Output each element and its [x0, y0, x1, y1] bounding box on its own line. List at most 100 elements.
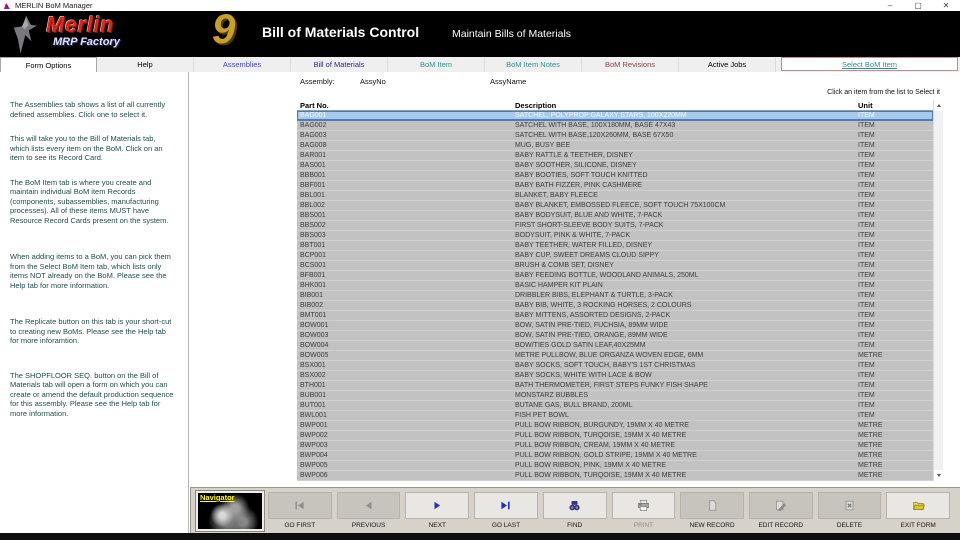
table-row-BCP001[interactable]: BCP001BABY CUP, SWEET DREAMS CLOUD SIPPY…: [297, 251, 933, 261]
cell-description: BABY CUP, SWEET DREAMS CLOUD SIPPY: [515, 251, 858, 260]
table-header: Part No. Description Unit: [297, 100, 933, 111]
assembly-label: Assembly:: [300, 77, 335, 86]
cell-description: BLANKET, BABY FLEECE: [515, 191, 858, 200]
cell-part-no: BTH001: [297, 381, 515, 390]
table-row-BWP003[interactable]: BWP003PULL BOW RIBBON, CREAM, 19MM X 40 …: [297, 441, 933, 451]
delete-label: DELETE: [837, 522, 862, 529]
tab-select-bom-item[interactable]: Select BoM Item: [781, 57, 958, 71]
table-row-BSX001[interactable]: BSX001BABY SOCKS, SOFT TOUCH, BABY'S 1ST…: [297, 361, 933, 371]
table-row-BIB001[interactable]: BIB001DRIBBLER BIBS, ELEPHANT & TURTLE, …: [297, 291, 933, 301]
table-row-BCS001[interactable]: BCS001BRUSH & COMB SET, DISNEYITEM: [297, 261, 933, 271]
table-body: BAG001SATCHEL, POLYPROP GALAXY STARS, 10…: [297, 111, 933, 481]
exit-form-button[interactable]: [886, 492, 950, 519]
table-row-BMT001[interactable]: BMT001BABY MITTENS, ASSORTED DESIGNS, 2-…: [297, 311, 933, 321]
cell-unit: ITEM: [858, 151, 933, 160]
table-row-BSX002[interactable]: BSX002BABY SOCKS, WHITE WITH LACE & BOWI…: [297, 371, 933, 381]
cell-description: BODYSUIT, PINK & WHITE, 7-PACK: [515, 231, 858, 240]
tab-assemblies[interactable]: Assemblies: [194, 57, 291, 72]
table-row-BBS003[interactable]: BBS003BODYSUIT, PINK & WHITE, 7-PACKITEM: [297, 231, 933, 241]
navigator-panel: Navigator: [196, 491, 264, 531]
cell-part-no: BSX001: [297, 361, 515, 370]
table-row-BFB001[interactable]: BFB001BABY FEEDING BOTTLE, WOODLAND ANIM…: [297, 271, 933, 281]
cell-part-no: BUT001: [297, 401, 515, 410]
table-row-BBS002[interactable]: BBS002FIRST SHORT-SLEEVE BODY SUITS, 7-P…: [297, 221, 933, 231]
table-row-BWP006[interactable]: BWP006PULL BOW RIBBON, TURQOISE, 19MM X …: [297, 471, 933, 481]
cell-description: PULL BOW RIBBON, TURQOISE, 19MM X 40 MET…: [515, 431, 858, 440]
next-label: NEXT: [429, 522, 446, 529]
next-button[interactable]: [405, 492, 469, 519]
cell-part-no: BCS001: [297, 261, 515, 270]
find-button[interactable]: [543, 492, 607, 519]
cell-unit: ITEM: [858, 191, 933, 200]
tab-bom-item-notes[interactable]: BoM Item Notes: [485, 57, 582, 72]
delete-button[interactable]: [818, 492, 882, 519]
app-icon: [3, 2, 11, 10]
table-row-BWP005[interactable]: BWP005PULL BOW RIBBON, PINK, 19MM X 40 M…: [297, 461, 933, 471]
table-row-BOW001[interactable]: BOW001BOW, SATIN PRE-TIED, FUCHSIA, 89MM…: [297, 321, 933, 331]
bom-item-table: Part No. Description Unit BAG001SATCHEL,…: [297, 100, 943, 481]
table-row-BBS001[interactable]: BBS001BABY BODYSUIT, BLUE AND WHITE, 7-P…: [297, 211, 933, 221]
cell-unit: ITEM: [858, 221, 933, 230]
table-row-BBT001[interactable]: BBT001BABY TEETHER, WATER FILLED, DISNEY…: [297, 241, 933, 251]
print-button[interactable]: [612, 492, 676, 519]
go-last-button[interactable]: [474, 492, 538, 519]
table-row-BBL001[interactable]: BBL001BLANKET, BABY FLEECEITEM: [297, 191, 933, 201]
cell-part-no: BWP002: [297, 431, 515, 440]
cell-unit: METRE: [858, 441, 933, 450]
table-row-BBL002[interactable]: BBL002BABY BLANKET, EMBOSSED FLEECE, SOF…: [297, 201, 933, 211]
cell-part-no: BAG003: [297, 131, 515, 140]
page-subtitle: Maintain Bills of Materials: [452, 28, 571, 40]
table-row-BAR001[interactable]: BAR001BABY RATTLE & TEETHER, DISNEYITEM: [297, 151, 933, 161]
scroll-up-icon[interactable]: [934, 100, 943, 111]
table-scrollbar[interactable]: [933, 100, 943, 481]
cell-unit: ITEM: [858, 231, 933, 240]
nav-buttons: GO FIRSTPREVIOUSNEXTGO LASTFINDPRINTNEW …: [268, 492, 950, 529]
cell-description: BABY BIB, WHITE, 3 ROCKING HORSES, 2 COL…: [515, 301, 858, 310]
logo-name: Merlin: [46, 12, 114, 38]
cell-unit: ITEM: [858, 321, 933, 330]
previous-button[interactable]: [337, 492, 401, 519]
table-row-BOW003[interactable]: BOW003BOW, SATIN PRE-TIED, ORANGE, 89MM …: [297, 331, 933, 341]
maximize-icon[interactable]: ▢: [904, 0, 932, 11]
tab-active-jobs[interactable]: Active Jobs: [679, 57, 776, 72]
cell-description: PULL BOW RIBBON, BURGUNDY, 19MM X 40 MET…: [515, 421, 858, 430]
table-row-BAG002[interactable]: BAG002SATCHEL WITH BASE, 100X180MM, BASE…: [297, 121, 933, 131]
table-row-BWL001[interactable]: BWL001FISH PET BOWLITEM: [297, 411, 933, 421]
table-row-BUT001[interactable]: BUT001BUTANE GAS, BULL BRAND, 200MLITEM: [297, 401, 933, 411]
tab-bom-item[interactable]: BoM Item: [388, 57, 485, 72]
table-row-BIB002[interactable]: BIB002BABY BIB, WHITE, 3 ROCKING HORSES,…: [297, 301, 933, 311]
tab-bill-of-materials[interactable]: Bill of Materials: [291, 57, 388, 72]
table-row-BWP001[interactable]: BWP001PULL BOW RIBBON, BURGUNDY, 19MM X …: [297, 421, 933, 431]
assembly-no-label: AssyNo: [360, 77, 386, 86]
next-icon: [431, 499, 444, 512]
go-first-button[interactable]: [268, 492, 332, 519]
table-row-BAS001[interactable]: BAS001BABY SOOTHER, SILICONE, DISNEYITEM: [297, 161, 933, 171]
cell-unit: ITEM: [858, 301, 933, 310]
edit-record-label: EDIT RECORD: [758, 522, 803, 529]
table-row-BOW005[interactable]: BOW005METRE PULLBOW, BLUE ORGANZA WOVEN …: [297, 351, 933, 361]
minimize-icon[interactable]: –: [876, 0, 904, 11]
table-row-BHK001[interactable]: BHK001BASIC HAMPER KIT PLAINITEM: [297, 281, 933, 291]
edit-record-button[interactable]: [749, 492, 813, 519]
table-row-BAG003[interactable]: BAG003SATCHEL WITH BASE,120X260MM, BASE …: [297, 131, 933, 141]
close-icon[interactable]: ✕: [932, 0, 960, 11]
table-row-BWP002[interactable]: BWP002PULL BOW RIBBON, TURQOISE, 19MM X …: [297, 431, 933, 441]
tab-bom-revisions[interactable]: BoM Revisions: [582, 57, 679, 72]
tab-help[interactable]: Help: [97, 57, 194, 72]
table-row-BTH001[interactable]: BTH001BATH THERMOMETER, FIRST STEPS FUNK…: [297, 381, 933, 391]
table-row-BBB001[interactable]: BBB001BABY BOOTIES, SOFT TOUCH KNITTEDIT…: [297, 171, 933, 181]
cell-unit: ITEM: [858, 311, 933, 320]
table-row-BBF001[interactable]: BBF001BABY BATH FIZZER, PINK CASHMEREITE…: [297, 181, 933, 191]
table-row-BAG001[interactable]: BAG001SATCHEL, POLYPROP GALAXY STARS, 10…: [297, 111, 933, 121]
cell-part-no: BWP005: [297, 461, 515, 470]
tab-form-options[interactable]: Form Options: [0, 57, 97, 72]
table-row-BOW004[interactable]: BOW004BOW/TIES GOLD SATIN LEAF,40X25MMIT…: [297, 341, 933, 351]
new-record-button[interactable]: [680, 492, 744, 519]
table-row-BUB001[interactable]: BUB001MONSTARZ BUBBLESITEM: [297, 391, 933, 401]
table-row-BWP004[interactable]: BWP004PULL BOW RIBBON, GOLD STRIPE, 19MM…: [297, 451, 933, 461]
table-row-BAG008[interactable]: BAG008MUG, BUSY BEEITEM: [297, 141, 933, 151]
cell-unit: ITEM: [858, 401, 933, 410]
find-icon: [568, 499, 581, 512]
scroll-down-icon[interactable]: [934, 470, 943, 481]
cell-description: MONSTARZ BUBBLES: [515, 391, 858, 400]
